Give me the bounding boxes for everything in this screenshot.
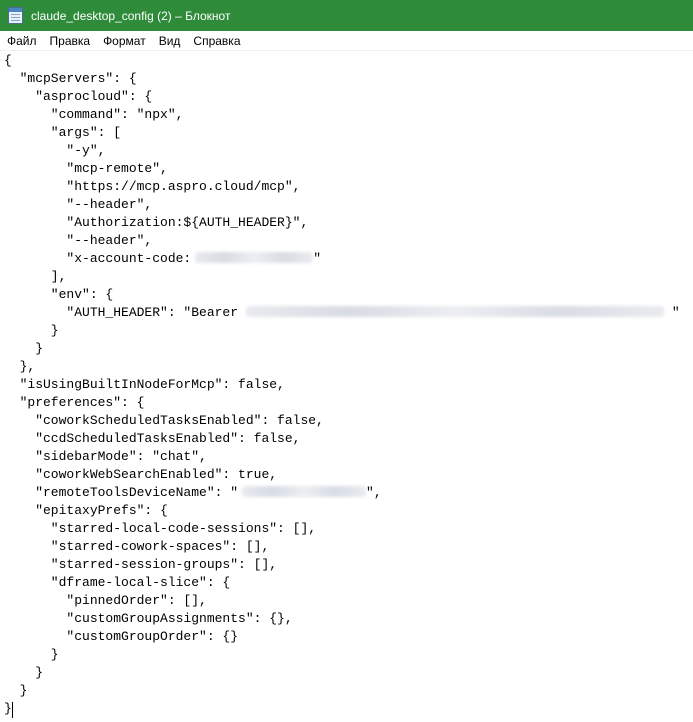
line-text: }	[4, 665, 44, 680]
line-text: "https://mcp.aspro.cloud/mcp",	[4, 179, 301, 194]
line-text: "customGroupAssignments": {},	[4, 611, 293, 626]
line-text: "asprocloud": {	[4, 89, 153, 104]
redacted-value	[195, 252, 314, 263]
line-text: "--header",	[4, 197, 153, 212]
menu-view[interactable]: Вид	[152, 31, 187, 51]
text-line: "epitaxyPrefs": {	[4, 502, 689, 520]
line-text: "pinnedOrder": [],	[4, 593, 207, 608]
text-caret	[12, 702, 13, 718]
text-line: "Authorization:${AUTH_HEADER}",	[4, 214, 689, 232]
line-text: "--header",	[4, 233, 153, 248]
text-line: "dframe-local-slice": {	[4, 574, 689, 592]
text-line: "starred-local-code-sessions": [],	[4, 520, 689, 538]
menu-edit[interactable]: Правка	[43, 31, 97, 51]
line-text: "AUTH_HEADER": "Bearer	[4, 305, 239, 320]
line-text: "customGroupOrder": {}	[4, 629, 239, 644]
line-text: "preferences": {	[4, 395, 145, 410]
text-line: "args": [	[4, 124, 689, 142]
line-text: "env": {	[4, 287, 114, 302]
text-line: }	[4, 646, 689, 664]
text-line: "sidebarMode": "chat",	[4, 448, 689, 466]
text-line: "x-account-code: "	[4, 250, 689, 268]
line-text: }	[4, 701, 12, 716]
line-text: "-y",	[4, 143, 106, 158]
text-line: }	[4, 664, 689, 682]
text-line: "-y",	[4, 142, 689, 160]
line-text: }	[4, 323, 59, 338]
menu-help[interactable]: Справка	[186, 31, 246, 51]
text-line: "https://mcp.aspro.cloud/mcp",	[4, 178, 689, 196]
line-text: "command": "npx",	[4, 107, 184, 122]
line-text: "Authorization:${AUTH_HEADER}",	[4, 215, 309, 230]
line-text: "args": [	[4, 125, 122, 140]
text-editor[interactable]: { "mcpServers": { "asprocloud": { "comma…	[0, 51, 693, 722]
line-text: },	[4, 359, 36, 374]
line-text: "mcpServers": {	[4, 71, 137, 86]
text-line: "mcpServers": {	[4, 70, 689, 88]
line-text: "starred-session-groups": [],	[4, 557, 278, 572]
line-text: "starred-cowork-spaces": [],	[4, 539, 270, 554]
text-line: "customGroupAssignments": {},	[4, 610, 689, 628]
text-line: "customGroupOrder": {}	[4, 628, 689, 646]
line-text: }	[4, 683, 28, 698]
text-line: {	[4, 52, 689, 70]
redacted-value	[246, 306, 665, 317]
line-text: "epitaxyPrefs": {	[4, 503, 168, 518]
line-text: "remoteToolsDeviceName": "	[4, 485, 239, 500]
text-line: "pinnedOrder": [],	[4, 592, 689, 610]
text-line: "env": {	[4, 286, 689, 304]
line-text: "ccdScheduledTasksEnabled": false,	[4, 431, 301, 446]
line-text: "mcp-remote",	[4, 161, 168, 176]
text-line: ],	[4, 268, 689, 286]
text-line: "mcp-remote",	[4, 160, 689, 178]
text-line: "command": "npx",	[4, 106, 689, 124]
text-content[interactable]: { "mcpServers": { "asprocloud": { "comma…	[4, 52, 689, 722]
line-suffix: "	[664, 305, 680, 320]
line-text: "isUsingBuiltInNodeForMcp": false,	[4, 377, 285, 392]
text-line: }	[4, 700, 689, 718]
menu-bar: Файл Правка Формат Вид Справка	[0, 31, 693, 51]
text-line: }	[4, 340, 689, 358]
text-line: "starred-cowork-spaces": [],	[4, 538, 689, 556]
notepad-icon	[8, 7, 23, 24]
text-line: }	[4, 682, 689, 700]
line-text: "coworkWebSearchEnabled": true,	[4, 467, 278, 482]
line-text: "sidebarMode": "chat",	[4, 449, 207, 464]
text-line: "isUsingBuiltInNodeForMcp": false,	[4, 376, 689, 394]
text-line: },	[4, 358, 689, 376]
text-line: "--header",	[4, 196, 689, 214]
text-line: "asprocloud": {	[4, 88, 689, 106]
text-line: }	[4, 322, 689, 340]
text-line: "coworkWebSearchEnabled": true,	[4, 466, 689, 484]
line-text: "coworkScheduledTasksEnabled": false,	[4, 413, 324, 428]
line-suffix: ",	[366, 485, 382, 500]
line-text: }	[4, 647, 59, 662]
line-suffix: "	[313, 251, 322, 266]
title-bar[interactable]: claude_desktop_config (2) – Блокнот	[0, 0, 693, 31]
text-line: "--header",	[4, 232, 689, 250]
text-line: "remoteToolsDeviceName": " ",	[4, 484, 689, 502]
line-text: "starred-local-code-sessions": [],	[4, 521, 317, 536]
line-text: ],	[4, 269, 67, 284]
redacted-value	[242, 486, 367, 497]
line-text: {	[4, 53, 12, 68]
window-title: claude_desktop_config (2) – Блокнот	[31, 8, 231, 23]
line-text: }	[4, 341, 44, 356]
text-line: "coworkScheduledTasksEnabled": false,	[4, 412, 689, 430]
text-line: "ccdScheduledTasksEnabled": false,	[4, 430, 689, 448]
menu-file[interactable]: Файл	[0, 31, 43, 51]
text-line: "starred-session-groups": [],	[4, 556, 689, 574]
line-text: "x-account-code:	[4, 251, 192, 266]
line-text: "dframe-local-slice": {	[4, 575, 231, 590]
text-line: "preferences": {	[4, 394, 689, 412]
text-line: "AUTH_HEADER": "Bearer "	[4, 304, 689, 322]
menu-format[interactable]: Формат	[96, 31, 152, 51]
